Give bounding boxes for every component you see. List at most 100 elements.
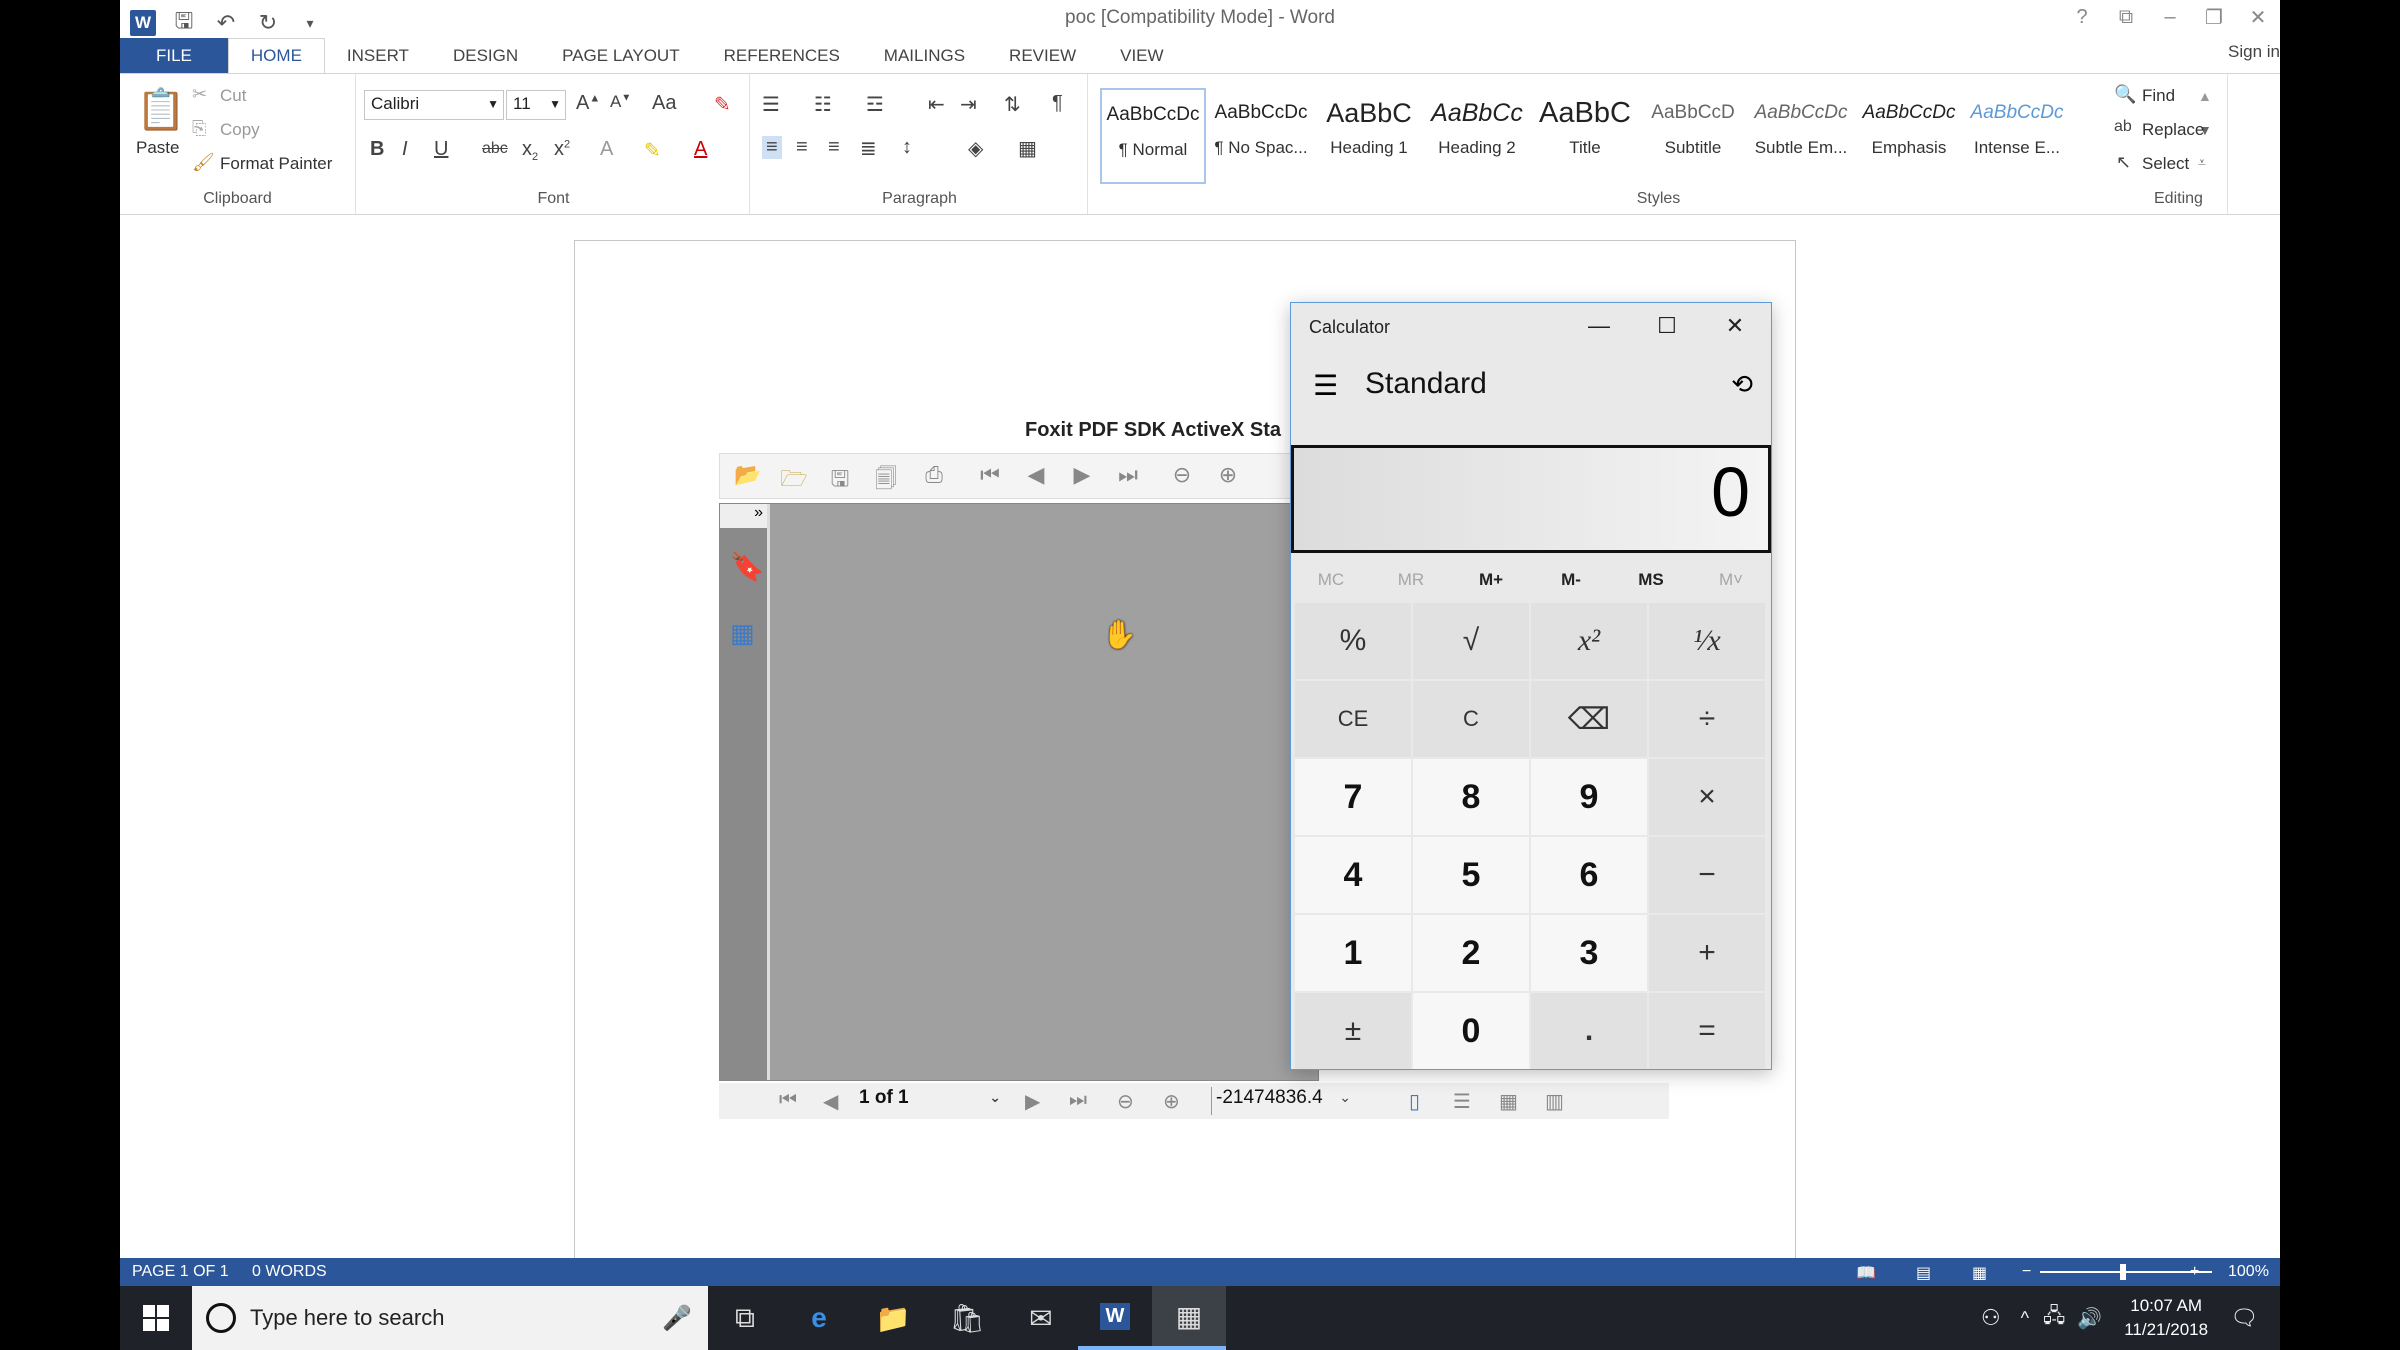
ms-button[interactable]: MS <box>1611 559 1691 601</box>
last-page-icon[interactable]: ⏭ <box>1112 462 1144 492</box>
zoom-slider[interactable] <box>2040 1271 2212 1273</box>
add-button[interactable]: + <box>1649 915 1765 991</box>
mc-button[interactable]: MC <box>1291 559 1371 601</box>
paste-icon[interactable]: 📋 <box>136 86 186 133</box>
task-view-icon[interactable]: ⧉ <box>708 1286 782 1350</box>
memory-list-button[interactable]: M˅ <box>1691 559 1771 601</box>
back-icon[interactable]: ⊖ <box>1166 462 1198 492</box>
forward-icon[interactable]: ⊕ <box>1212 462 1244 492</box>
shrink-font-icon[interactable]: A▼ <box>610 92 631 112</box>
read-mode-icon[interactable]: 📖 <box>1856 1263 1876 1283</box>
font-size-combo[interactable]: 11 ▼ <box>506 90 566 120</box>
sqrt-button[interactable]: √ <box>1413 603 1529 679</box>
tab-file[interactable]: FILE <box>120 38 228 74</box>
tab-view[interactable]: VIEW <box>1098 38 1185 74</box>
start-button[interactable] <box>120 1286 192 1350</box>
web-layout-icon[interactable]: ▦ <box>1972 1263 1987 1283</box>
m-plus-button[interactable]: M+ <box>1451 559 1531 601</box>
next-page-icon[interactable]: ▶ <box>1066 462 1098 492</box>
hamburger-menu-icon[interactable]: ☰ <box>1313 369 1338 402</box>
page-count[interactable]: PAGE 1 OF 1 <box>132 1263 229 1281</box>
tab-references[interactable]: REFERENCES <box>702 38 862 74</box>
subscript-icon[interactable]: x2 <box>522 138 538 163</box>
digit-7-button[interactable]: 7 <box>1295 759 1411 835</box>
next-page-icon[interactable]: ▶ <box>1025 1089 1040 1114</box>
cut-button[interactable]: Cut <box>220 86 246 106</box>
minimize-button[interactable]: – <box>2148 0 2192 34</box>
style-subtle-emphasis[interactable]: AaBbCcDc Subtle Em... <box>1748 88 1854 184</box>
first-page-icon[interactable]: ⏮ <box>779 1089 797 1112</box>
single-page-icon[interactable]: ▯ <box>1409 1089 1420 1114</box>
prev-page-icon[interactable]: ◀ <box>823 1089 838 1114</box>
increase-indent-icon[interactable]: ⇥ <box>960 92 977 117</box>
digit-8-button[interactable]: 8 <box>1413 759 1529 835</box>
word-count[interactable]: 0 WORDS <box>252 1263 327 1281</box>
calculator-taskbar-icon[interactable]: ▦ <box>1152 1286 1226 1350</box>
align-right-icon[interactable]: ≡ <box>828 136 840 159</box>
decimal-button[interactable]: . <box>1531 993 1647 1069</box>
calc-close-button[interactable]: ✕ <box>1701 303 1769 349</box>
digit-0-button[interactable]: 0 <box>1413 993 1529 1069</box>
history-icon[interactable]: ⟲ <box>1731 369 1753 400</box>
edge-icon[interactable]: e <box>782 1286 856 1350</box>
grow-font-icon[interactable]: A▲ <box>576 92 600 115</box>
shading-icon[interactable]: ◈ <box>968 136 983 161</box>
strikethrough-icon[interactable]: abc <box>482 140 508 158</box>
store-icon[interactable]: 🛍 <box>930 1286 1004 1350</box>
backspace-button[interactable]: ⌫ <box>1531 681 1647 757</box>
multiply-button[interactable]: × <box>1649 759 1765 835</box>
align-left-icon[interactable]: ≡ <box>762 136 782 159</box>
superscript-icon[interactable]: x2 <box>554 138 570 161</box>
justify-icon[interactable]: ≣ <box>860 136 877 161</box>
zoom-out-icon[interactable]: − <box>2022 1263 2031 1281</box>
digit-1-button[interactable]: 1 <box>1295 915 1411 991</box>
bookmarks-icon[interactable]: 🔖 <box>730 550 765 583</box>
facing-icon[interactable]: ▦ <box>1499 1089 1518 1114</box>
word-taskbar-icon[interactable]: W <box>1078 1286 1152 1350</box>
percent-button[interactable]: % <box>1295 603 1411 679</box>
decrease-indent-icon[interactable]: ⇤ <box>928 92 945 117</box>
people-icon[interactable]: ⚇ <box>1981 1305 2001 1331</box>
negate-button[interactable]: ± <box>1295 993 1411 1069</box>
multilevel-list-icon[interactable]: ☲ <box>866 92 884 117</box>
underline-icon[interactable]: U <box>434 138 448 161</box>
tab-design[interactable]: DESIGN <box>431 38 540 74</box>
style-heading-2[interactable]: AaBbCc Heading 2 <box>1424 88 1530 184</box>
highlight-icon[interactable]: ✎ <box>644 138 661 163</box>
digit-5-button[interactable]: 5 <box>1413 837 1529 913</box>
paste-button[interactable]: Paste <box>136 138 179 158</box>
calc-maximize-button[interactable]: ☐ <box>1633 303 1701 349</box>
digit-4-button[interactable]: 4 <box>1295 837 1411 913</box>
style-emphasis[interactable]: AaBbCcDc Emphasis <box>1856 88 1962 184</box>
subtract-button[interactable]: − <box>1649 837 1765 913</box>
tab-home[interactable]: HOME <box>227 38 325 74</box>
mr-button[interactable]: MR <box>1371 559 1451 601</box>
mail-icon[interactable]: ✉ <box>1004 1286 1078 1350</box>
tab-page-layout[interactable]: PAGE LAYOUT <box>540 38 701 74</box>
open-folder-icon[interactable]: 🗁 <box>778 462 810 492</box>
close-button[interactable]: ✕ <box>2236 0 2280 34</box>
action-center-icon[interactable]: 🗨 <box>2230 1305 2258 1331</box>
style-intense-emphasis[interactable]: AaBbCcDc Intense E... <box>1964 88 2070 184</box>
restore-button[interactable]: ❐ <box>2192 0 2236 34</box>
zoom-level[interactable]: 100% <box>2228 1263 2269 1281</box>
thumbnails-icon[interactable]: ▦ <box>730 618 755 649</box>
clear-formatting-icon[interactable]: ✎ <box>714 92 731 117</box>
last-page-icon[interactable]: ⏭ <box>1069 1089 1087 1112</box>
style-title[interactable]: AaBbC Title <box>1532 88 1638 184</box>
chevron-up-icon[interactable]: ^ <box>2021 1308 2029 1329</box>
copy-button[interactable]: Copy <box>220 120 260 140</box>
cover-facing-icon[interactable]: ▥ <box>1545 1089 1564 1114</box>
zoom-in-icon[interactable]: + <box>2190 1263 2199 1281</box>
digit-6-button[interactable]: 6 <box>1531 837 1647 913</box>
bullets-icon[interactable]: ☰ <box>762 92 780 117</box>
style-subtitle[interactable]: AaBbCcD Subtitle <box>1640 88 1746 184</box>
taskbar-search[interactable]: Type here to search 🎤 <box>192 1286 708 1350</box>
zoom-combo[interactable]: -21474836.4 ⌄ <box>1211 1087 1355 1115</box>
numbering-icon[interactable]: ☷ <box>814 92 832 117</box>
change-case-icon[interactable]: Aa <box>652 92 676 115</box>
continuous-icon[interactable]: ☰ <box>1453 1089 1471 1114</box>
file-explorer-icon[interactable]: 📁 <box>856 1286 930 1350</box>
align-center-icon[interactable]: ≡ <box>796 136 808 159</box>
print-layout-icon[interactable]: ▤ <box>1916 1263 1931 1283</box>
